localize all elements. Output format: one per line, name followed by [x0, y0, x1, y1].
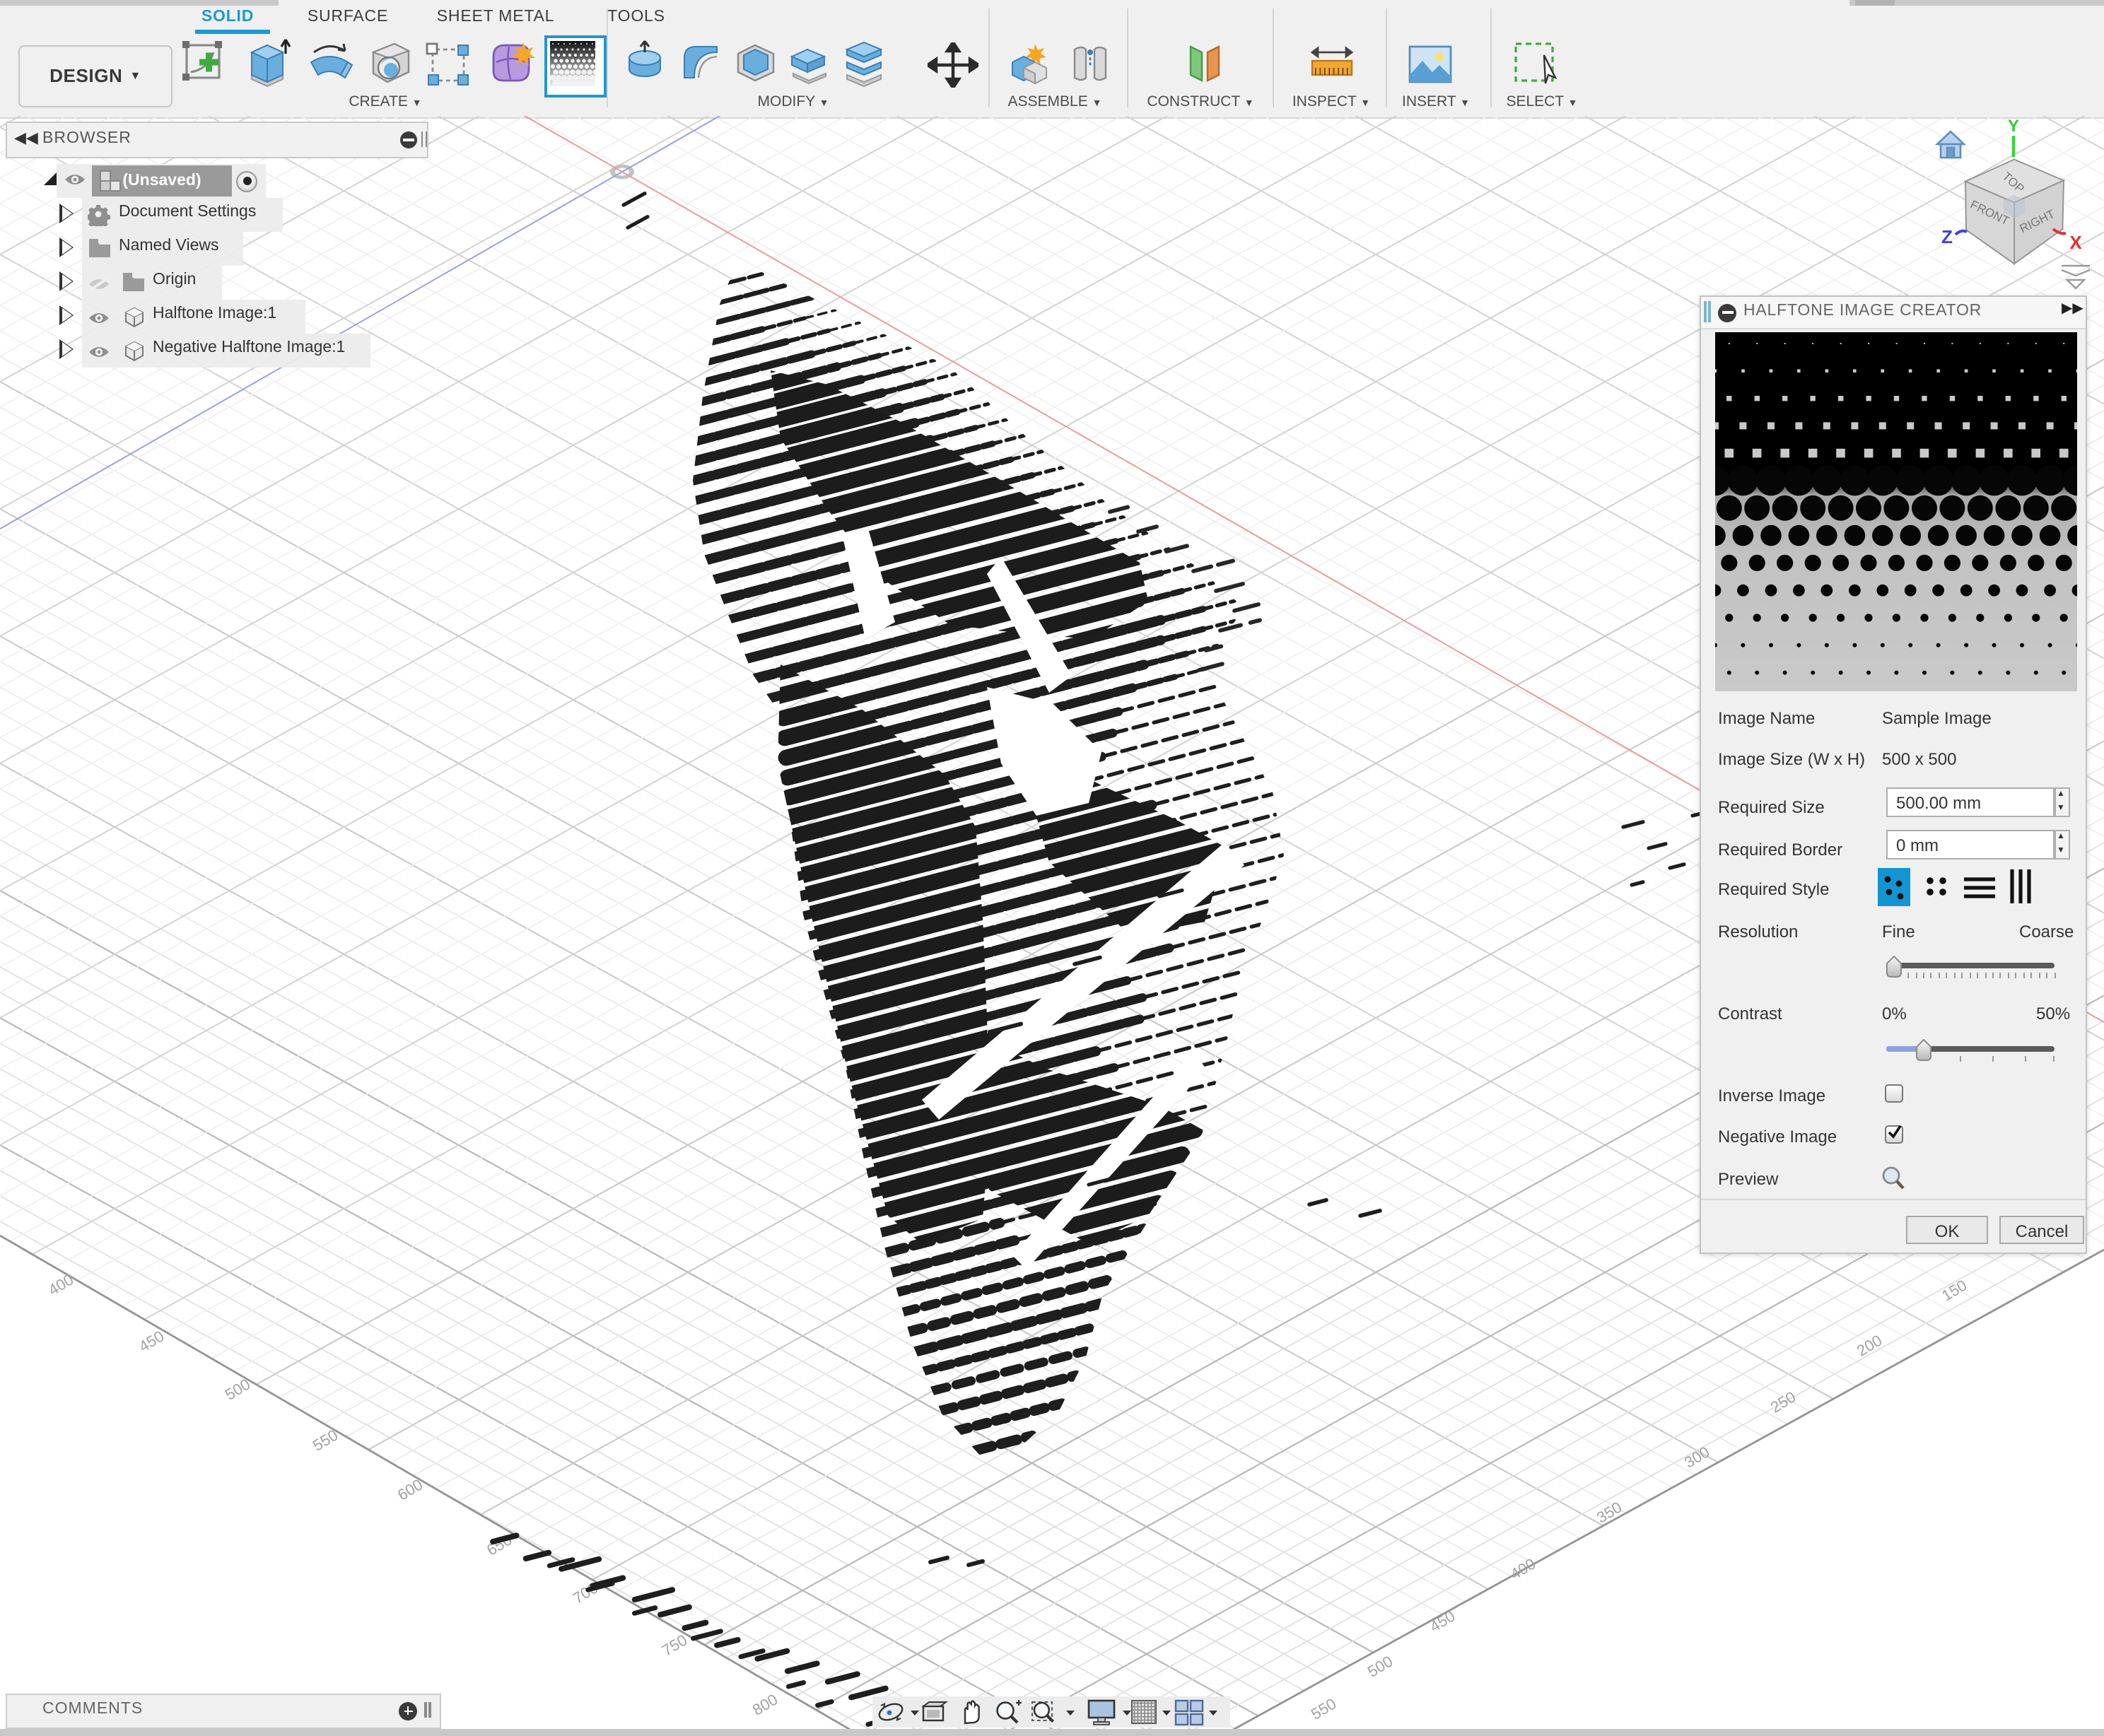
svg-text:400: 400 [45, 1270, 76, 1298]
svg-text:Y: Y [2008, 117, 2019, 136]
svg-text:450: 450 [1427, 1607, 1458, 1635]
svg-text:750: 750 [659, 1631, 690, 1659]
svg-text:250: 250 [1767, 1388, 1799, 1416]
svg-text:X: X [2069, 232, 2082, 253]
svg-text:150: 150 [1939, 1276, 1970, 1304]
svg-text:450: 450 [136, 1327, 167, 1355]
svg-text:800: 800 [749, 1690, 781, 1718]
svg-text:400: 400 [1507, 1554, 1538, 1583]
svg-text:Z: Z [1941, 226, 1953, 247]
svg-text:550: 550 [1308, 1694, 1339, 1723]
svg-text:500: 500 [1364, 1652, 1396, 1680]
